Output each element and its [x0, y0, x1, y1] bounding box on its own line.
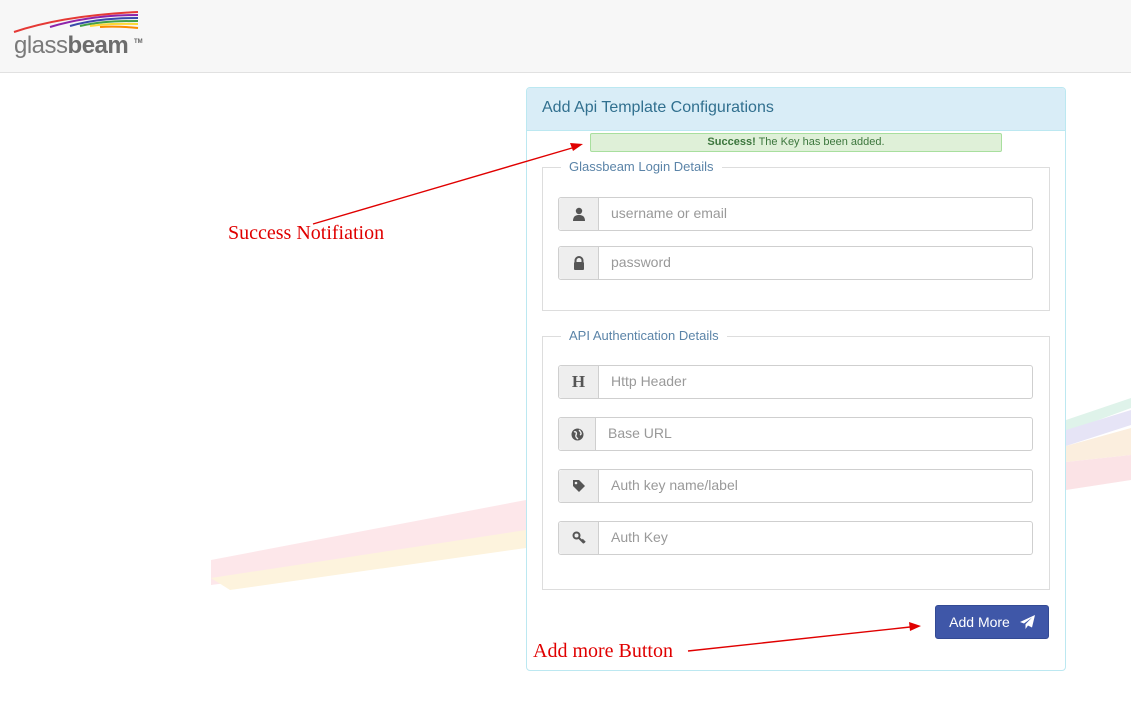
username-input-group: [558, 197, 1033, 231]
auth-key-input[interactable]: [599, 522, 1032, 552]
lock-icon: [559, 247, 599, 279]
http-header-input-group: H: [558, 365, 1033, 399]
add-more-button[interactable]: Add More: [935, 605, 1049, 639]
annotation-add-more: Add more Button: [533, 640, 673, 662]
alert-message: The Key has been added.: [755, 136, 885, 148]
tag-icon: [559, 470, 599, 502]
logo-tm: TM: [134, 39, 143, 45]
password-input-group: [558, 246, 1033, 280]
top-bar: glassbeam TM: [0, 0, 1131, 73]
auth-key-input-group: [558, 521, 1033, 555]
username-input[interactable]: [599, 198, 1032, 228]
api-auth-legend: API Authentication Details: [561, 328, 727, 344]
base-url-input-group: [558, 417, 1033, 451]
http-header-input[interactable]: [599, 366, 1032, 396]
logo-wordmark: glassbeam: [14, 32, 129, 59]
base-url-input[interactable]: [596, 418, 1032, 448]
api-auth-fieldset: API Authentication Details H: [542, 328, 1050, 590]
alert-strong: Success!: [707, 136, 756, 148]
login-details-fieldset: Glassbeam Login Details: [542, 159, 1050, 311]
key-icon: [559, 522, 599, 554]
auth-label-input[interactable]: [599, 470, 1032, 500]
glassbeam-logo[interactable]: glassbeam TM: [10, 6, 150, 62]
success-alert: Success! The Key has been added.: [590, 133, 1002, 152]
panel-title: Add Api Template Configurations: [527, 88, 1065, 131]
user-icon: [559, 198, 599, 230]
paper-plane-icon: [1019, 615, 1035, 629]
globe-icon: [559, 418, 596, 450]
header-h-icon: H: [559, 366, 599, 398]
login-details-legend: Glassbeam Login Details: [561, 159, 722, 175]
api-template-panel: Add Api Template Configurations Success!…: [526, 87, 1066, 671]
annotation-success: Success Notifiation: [228, 222, 385, 244]
add-more-label: Add More: [949, 614, 1010, 630]
password-input[interactable]: [599, 247, 1032, 277]
auth-label-input-group: [558, 469, 1033, 503]
